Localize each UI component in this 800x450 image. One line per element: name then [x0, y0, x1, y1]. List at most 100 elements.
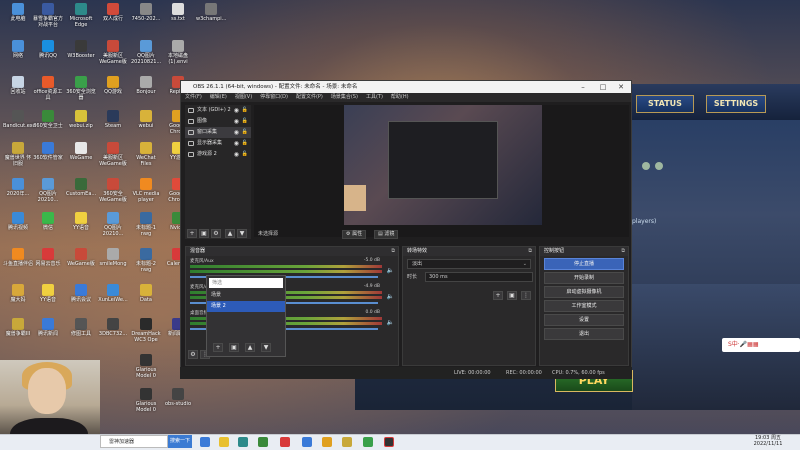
desktop-icon[interactable]: 回收站: [3, 76, 33, 95]
desktop-icon[interactable]: 3DBC732...: [98, 318, 128, 337]
desktop-icon[interactable]: 修图工具: [66, 318, 96, 337]
source-item[interactable]: 窗口采集 ◉ 🔓: [185, 127, 251, 138]
desktop-icon[interactable]: 腾讯新闻: [33, 318, 63, 337]
desktop-icon[interactable]: 360安全浏览器: [66, 76, 96, 101]
desktop-icon[interactable]: YY语音: [66, 212, 96, 231]
taskbar-wechat-icon[interactable]: [258, 437, 268, 447]
menu-item[interactable]: 配置文件(P): [296, 94, 323, 100]
desktop-icon[interactable]: WeGame版: [66, 248, 96, 267]
taskbar-app-icon[interactable]: [280, 437, 290, 447]
eye-icon[interactable]: ◉: [234, 108, 239, 114]
desktop-icon[interactable]: 腾讯会议: [66, 284, 96, 303]
desktop-icon[interactable]: Glarious Model 0: [131, 388, 161, 413]
desktop-icon[interactable]: webui: [131, 110, 161, 129]
menu-item[interactable]: 场景集合(S): [331, 94, 358, 100]
eye-icon[interactable]: ◉: [234, 141, 239, 147]
remove-transition-button[interactable]: ▣: [507, 291, 517, 300]
scene-filter-input[interactable]: 筛选: [209, 278, 283, 288]
desktop-icon[interactable]: Microsoft Edge: [66, 3, 96, 28]
desktop-icon[interactable]: 美服新区 WeGame版: [98, 40, 128, 65]
desktop-icon[interactable]: YY语音: [33, 284, 63, 303]
desktop-icon[interactable]: DreamHack WC3 Ope: [131, 318, 161, 343]
ime-toolbar[interactable]: S中·🎤▦▦: [722, 338, 800, 352]
settings-button[interactable]: SETTINGS: [706, 95, 766, 113]
dock-icon[interactable]: ⧉: [621, 247, 625, 256]
desktop-icon[interactable]: WeGame: [66, 142, 96, 161]
menu-item[interactable]: 编辑(E): [210, 94, 227, 100]
desktop-icon[interactable]: 360安全 WeGame版: [98, 178, 128, 203]
desktop-icon[interactable]: 腾讯视频: [3, 212, 33, 231]
lock-icon[interactable]: 🔓: [242, 140, 248, 147]
desktop-icon[interactable]: QQ图片 20210...: [98, 212, 128, 237]
transition-select[interactable]: 淡出 ⌄: [407, 259, 531, 269]
desktop-icon[interactable]: 网易云音乐: [33, 248, 63, 267]
move-down-button[interactable]: ▼: [237, 229, 247, 238]
desktop-icon[interactable]: 魔大妈: [3, 284, 33, 303]
eye-icon[interactable]: ◉: [234, 152, 239, 158]
close-icon[interactable]: ✕: [613, 81, 629, 93]
taskbar-clock[interactable]: 19:03 周五 2022/11/11: [748, 435, 788, 447]
desktop-icon[interactable]: CustomEa...: [66, 178, 96, 197]
source-item[interactable]: 显示器采集 ◉ 🔓: [185, 138, 251, 149]
taskbar-edge-icon[interactable]: [238, 437, 248, 447]
desktop-icon[interactable]: 双人成行: [98, 3, 128, 22]
move-up-button[interactable]: ▲: [225, 229, 235, 238]
lock-icon[interactable]: 🔓: [242, 118, 248, 125]
add-source-button[interactable]: +: [187, 229, 197, 238]
control-button[interactable]: 停止直播: [544, 258, 624, 270]
properties-button[interactable]: ⚙ 属性: [342, 230, 367, 239]
desktop-icon[interactable]: 美服新区 WeGame版: [98, 142, 128, 167]
taskbar-qq-icon[interactable]: [302, 437, 312, 447]
status-button[interactable]: STATUS: [636, 95, 694, 113]
duration-input[interactable]: 300 ms: [425, 272, 533, 282]
add-transition-button[interactable]: +: [493, 291, 503, 300]
preview-canvas[interactable]: [344, 105, 542, 225]
scene-item[interactable]: 场景: [207, 290, 285, 301]
mixer-settings-icon[interactable]: ⚙: [188, 350, 198, 359]
desktop-icon[interactable]: 360安全卫士: [33, 110, 63, 129]
menu-item[interactable]: 文件(F): [185, 94, 202, 100]
desktop-icon[interactable]: 魔兽争霸III: [3, 318, 33, 337]
lock-icon[interactable]: 🔓: [242, 129, 248, 136]
desktop-icon[interactable]: 2020年...: [3, 178, 33, 197]
desktop-icon[interactable]: 未标题-2 nwg: [131, 248, 161, 273]
desktop-icon[interactable]: Steam: [98, 110, 128, 129]
taskbar-search-button[interactable]: 搜索一下: [168, 435, 192, 448]
control-button[interactable]: 设置: [544, 314, 624, 326]
menu-item[interactable]: 工具(T): [366, 94, 383, 100]
control-button[interactable]: 开始录制: [544, 272, 624, 284]
desktop-icon[interactable]: 微信: [33, 212, 63, 231]
eye-icon[interactable]: ◉: [234, 130, 239, 136]
desktop-icon[interactable]: obs-studio: [163, 388, 193, 407]
add-scene-button[interactable]: +: [213, 343, 223, 352]
desktop-icon[interactable]: QQ图片 20210821...: [131, 40, 161, 65]
scene-item[interactable]: 场景 2: [207, 301, 285, 312]
eye-icon[interactable]: ◉: [234, 119, 239, 125]
desktop-icon[interactable]: W3Booster: [66, 40, 96, 59]
desktop-icon[interactable]: Data: [131, 284, 161, 303]
taskbar-warcraft-icon[interactable]: [342, 437, 352, 447]
remove-scene-button[interactable]: ▣: [229, 343, 239, 352]
speaker-icon[interactable]: 🔈: [387, 293, 394, 300]
desktop-icon[interactable]: office资源工具: [33, 76, 63, 101]
taskbar-obs-icon[interactable]: [384, 437, 394, 447]
desktop-icon[interactable]: Bonjour: [131, 76, 161, 95]
maximize-icon[interactable]: □: [595, 81, 611, 93]
desktop-icon[interactable]: XunLeiWe...: [98, 284, 128, 303]
filters-button[interactable]: ▤ 滤镜: [374, 230, 399, 239]
taskbar-app-icon[interactable]: [363, 437, 373, 447]
scene-down-button[interactable]: ▼: [261, 343, 271, 352]
dock-icon[interactable]: ⧉: [528, 247, 532, 256]
transition-menu-icon[interactable]: ⋮: [521, 291, 531, 300]
remove-source-button[interactable]: ▣: [199, 229, 209, 238]
taskbar-app-icon[interactable]: [200, 437, 210, 447]
control-button[interactable]: 启动虚拟摄像机: [544, 286, 624, 298]
taskbar-folder-icon[interactable]: [219, 437, 229, 447]
desktop-icon[interactable]: QQ游戏: [98, 76, 128, 95]
desktop-icon[interactable]: ss.txt: [163, 3, 193, 22]
source-item[interactable]: 游戏源 2 ◉ 🔓: [185, 149, 251, 160]
desktop-icon[interactable]: 魔兽世界 怀旧服: [3, 142, 33, 167]
desktop-icon[interactable]: 未标题-1 nwg: [131, 212, 161, 237]
desktop-icon[interactable]: 7450-202...: [131, 3, 161, 22]
desktop-icon[interactable]: 斗鱼直播伴侣: [3, 248, 33, 267]
